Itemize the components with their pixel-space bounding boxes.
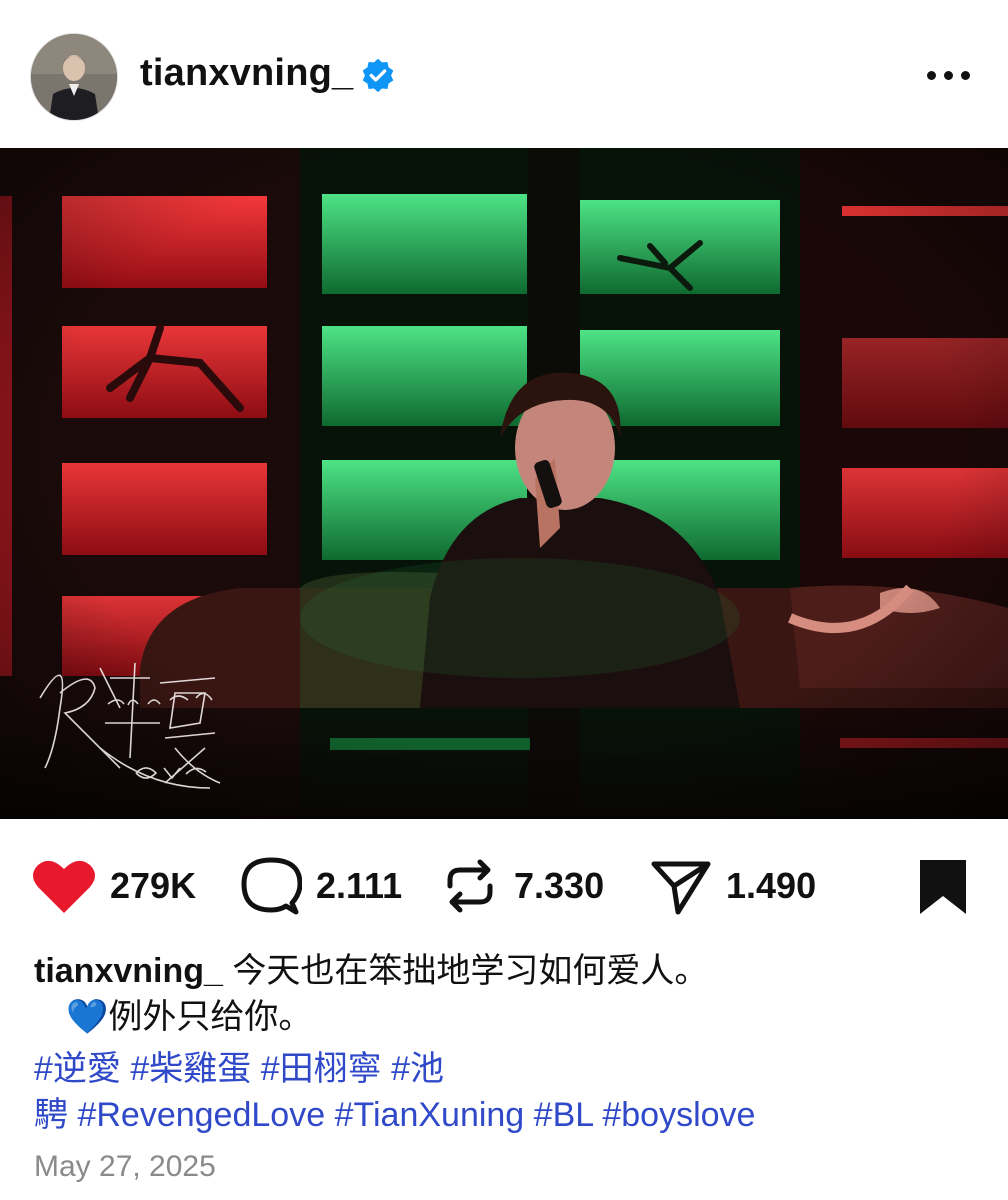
- share-count: 1.490: [726, 865, 817, 906]
- heart-icon: [33, 860, 95, 913]
- caption-text: 今天也在笨拙地学习如何爱人。: [232, 952, 709, 990]
- like-button[interactable]: 279K: [32, 856, 196, 916]
- repost-button[interactable]: 7.330: [440, 856, 604, 916]
- send-icon: [651, 861, 711, 915]
- post-header: tianxvning_: [0, 0, 1008, 148]
- avatar[interactable]: [30, 33, 118, 121]
- caption-username[interactable]: tianxvning_: [34, 952, 223, 990]
- caption-line-1: tianxvning_ 今天也在笨拙地学习如何爱人。: [34, 948, 974, 994]
- post-image[interactable]: [0, 148, 1008, 819]
- hashtag-line-2: 騁 #RevengedLove #TianXuning #BL #boyslov…: [34, 1092, 974, 1138]
- hashtag[interactable]: #TianXuning: [335, 1096, 525, 1134]
- caption-line-2: 💙例外只给你。: [34, 994, 974, 1040]
- like-count: 279K: [110, 865, 197, 906]
- comment-count: 2.111: [316, 865, 403, 906]
- hashtag[interactable]: 騁: [34, 1096, 68, 1134]
- hashtag[interactable]: #田栩寧: [261, 1050, 382, 1088]
- hashtag[interactable]: #池: [391, 1050, 444, 1088]
- repost-count: 7.330: [514, 865, 605, 906]
- caption-text-2: 例外只给你。: [108, 998, 313, 1036]
- post-caption: tianxvning_ 今天也在笨拙地学习如何爱人。 💙例外只给你。: [34, 948, 974, 1040]
- blue-heart-emoji: 💙: [66, 998, 109, 1036]
- comment-icon: [241, 857, 302, 915]
- share-button[interactable]: 1.490: [650, 856, 816, 916]
- more-options-icon[interactable]: [924, 58, 974, 92]
- hashtag[interactable]: #BL: [534, 1096, 593, 1134]
- bookmark-icon[interactable]: [918, 858, 968, 916]
- hashtag[interactable]: #逆愛: [34, 1050, 121, 1088]
- repost-icon: [447, 859, 493, 913]
- post-actions: 279K 2.111 7.330 1.490: [0, 838, 1008, 934]
- hashtag[interactable]: #boyslove: [602, 1096, 755, 1134]
- verified-badge-icon: [362, 58, 394, 93]
- username[interactable]: tianxvning_: [140, 52, 353, 95]
- hashtag-line-1: #逆愛 #柴雞蛋 #田栩寧 #池: [34, 1046, 974, 1092]
- post-date: May 27, 2025: [34, 1150, 216, 1183]
- hashtag[interactable]: #柴雞蛋: [130, 1050, 251, 1088]
- hashtags: #逆愛 #柴雞蛋 #田栩寧 #池 騁 #RevengedLove #TianXu…: [34, 1046, 974, 1138]
- hashtag[interactable]: #RevengedLove: [77, 1096, 325, 1134]
- comment-button[interactable]: 2.111: [240, 856, 402, 916]
